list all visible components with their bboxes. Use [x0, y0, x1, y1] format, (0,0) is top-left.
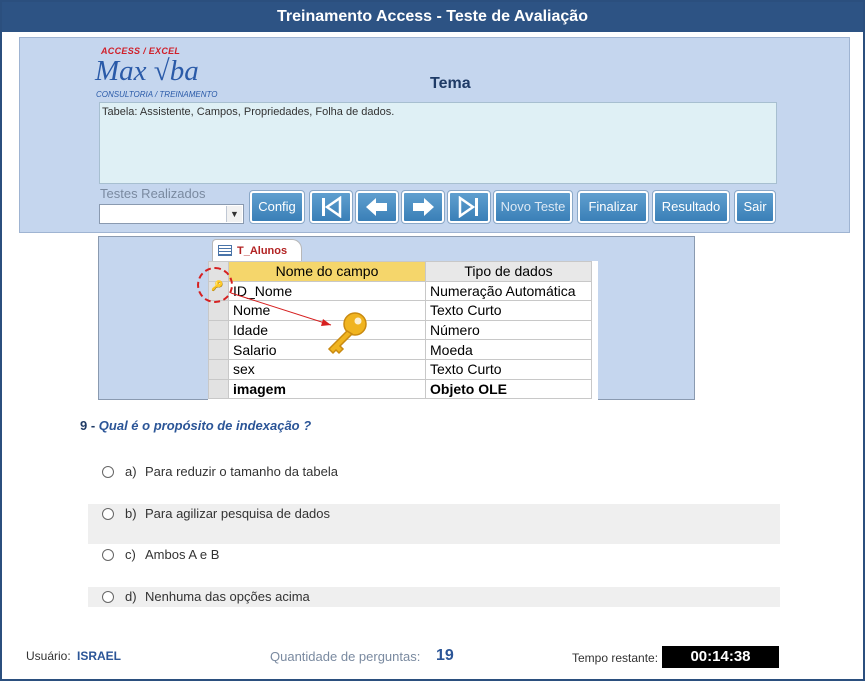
logo-main-text: Max √ba [95, 55, 199, 87]
time-remaining-label: Tempo restante: [572, 651, 659, 665]
radio-button[interactable] [102, 466, 114, 478]
question-heading: 9 - Qual é o propósito de indexação ? [80, 418, 311, 433]
next-arrow-icon [413, 198, 434, 216]
option-text: Para reduzir o tamanho da tabela [145, 464, 338, 479]
option-c[interactable]: c) Ambos A e B [88, 547, 780, 589]
novo-teste-button[interactable]: Novo Teste [493, 190, 573, 224]
option-letter: c) [125, 547, 136, 562]
window-title: Treinamento Access - Teste de Avaliação [2, 2, 863, 32]
question-number: 9 - [80, 418, 96, 433]
option-a[interactable]: a) Para reduzir o tamanho da tabela [88, 464, 780, 506]
question-count: 19 [436, 647, 454, 664]
radio-button[interactable] [102, 591, 114, 603]
radio-button[interactable] [102, 508, 114, 520]
question-count-label: Quantidade de perguntas: [270, 649, 421, 664]
config-button[interactable]: Config [249, 190, 305, 224]
user-name: ISRAEL [77, 649, 122, 663]
pointer-arrow [230, 292, 332, 326]
last-record-icon [458, 195, 478, 219]
option-text: Nenhuma das opções acima [145, 589, 310, 604]
user-label: Usuário: [26, 649, 71, 663]
question-text: Qual é o propósito de indexação ? [98, 418, 312, 433]
option-letter: a) [125, 464, 137, 479]
previous-button[interactable] [355, 190, 399, 224]
option-text: Ambos A e B [145, 547, 220, 562]
tema-textbox[interactable]: Tabela: Assistente, Campos, Propriedades… [99, 102, 777, 184]
first-record-icon [322, 195, 342, 219]
next-button[interactable] [401, 190, 445, 224]
large-key-icon [327, 312, 367, 355]
company-logo: ACCESS / EXCEL Max √ba CONSULTORIA / TRE… [95, 46, 225, 101]
testes-realizados-label: Testes Realizados [100, 186, 206, 201]
app-window: Treinamento Access - Teste de Avaliação … [0, 0, 865, 681]
table-design-image: T_Alunos Nome do campo Tipo de dados ID_… [98, 236, 695, 400]
option-letter: d) [125, 589, 137, 604]
testes-realizados-dropdown[interactable]: ▼ [99, 204, 244, 224]
previous-arrow-icon [366, 198, 387, 216]
header-panel: ACCESS / EXCEL Max √ba CONSULTORIA / TRE… [19, 37, 850, 233]
tema-label: Tema [430, 75, 471, 92]
option-d[interactable]: d) Nenhuma das opções acima [88, 587, 780, 607]
last-record-button[interactable] [447, 190, 491, 224]
first-record-button[interactable] [309, 190, 353, 224]
option-b[interactable]: b) Para agilizar pesquisa de dados [88, 504, 780, 544]
option-letter: b) [125, 506, 137, 521]
finalizar-button[interactable]: Finalizar [577, 190, 649, 224]
radio-button[interactable] [102, 549, 114, 561]
resultado-button[interactable]: Resultado [652, 190, 730, 224]
logo-sub-text: CONSULTORIA / TREINAMENTO [96, 90, 218, 99]
chevron-down-icon[interactable]: ▼ [226, 206, 242, 222]
sair-button[interactable]: Sair [734, 190, 776, 224]
time-remaining: 00:14:38 [662, 646, 779, 668]
option-text: Para agilizar pesquisa de dados [145, 506, 331, 521]
